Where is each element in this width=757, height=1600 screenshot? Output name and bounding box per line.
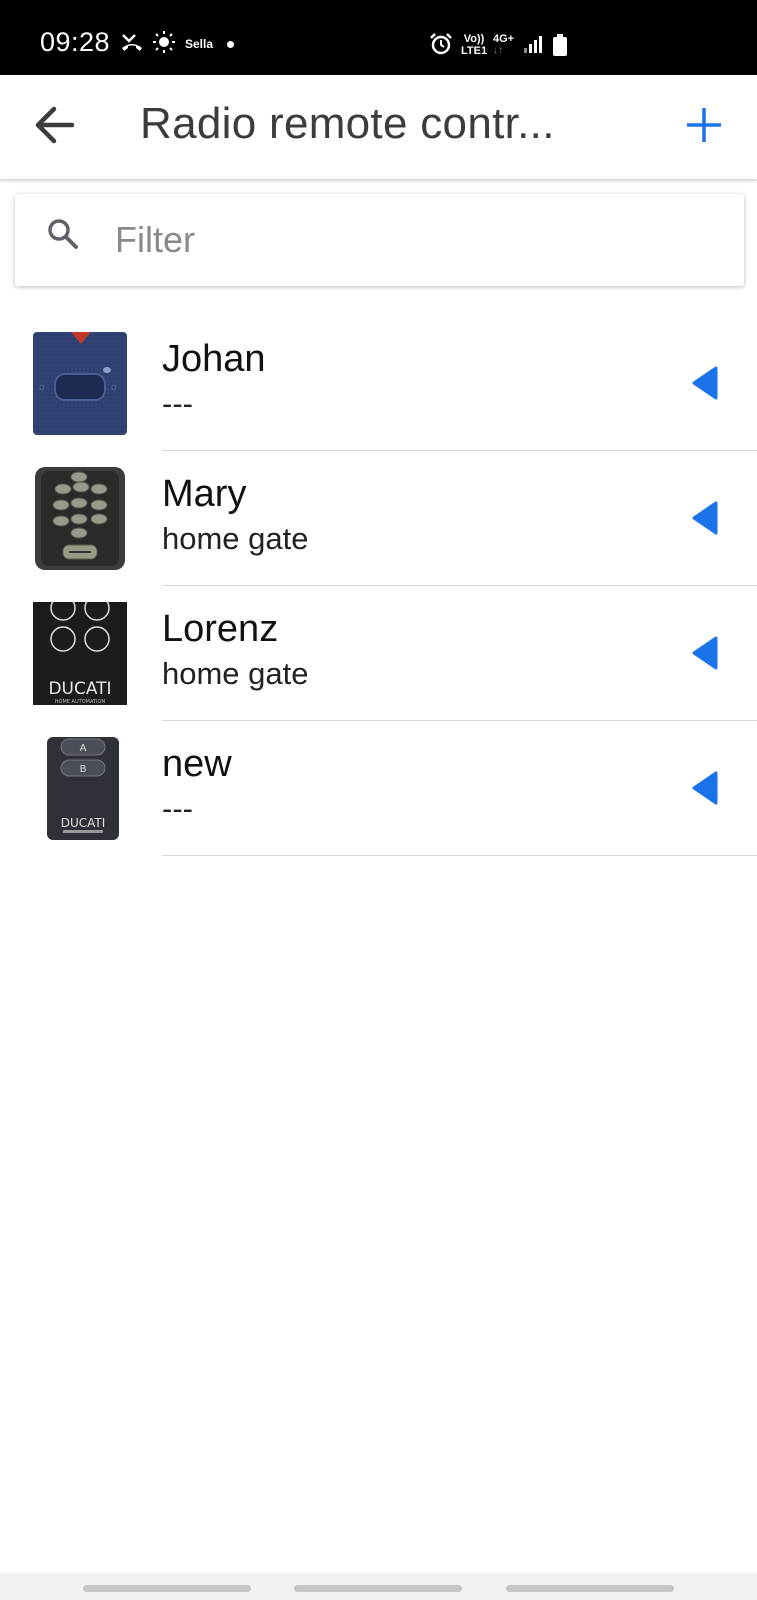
nav-recents-button[interactable] bbox=[83, 1585, 251, 1592]
remote-name: Johan bbox=[162, 338, 266, 380]
remote-list: O O Johan --- Mary home gate DUCATI HOME… bbox=[0, 316, 757, 856]
nav-back-button[interactable] bbox=[506, 1585, 674, 1592]
carrier-label: Sella bbox=[185, 37, 214, 51]
signal-icon bbox=[523, 34, 543, 59]
svg-text:DUCATI: DUCATI bbox=[61, 816, 106, 830]
list-item[interactable]: Mary home gate bbox=[0, 451, 757, 586]
search-icon bbox=[45, 216, 81, 257]
remote-subtitle: --- bbox=[162, 791, 193, 826]
plus-icon bbox=[684, 105, 724, 150]
volte-indicator: Vo)) LTE1 bbox=[461, 33, 488, 57]
remote-thumbnail: A B DUCATI bbox=[31, 737, 129, 840]
svg-text:O: O bbox=[39, 384, 45, 392]
arrow-left-icon bbox=[32, 105, 76, 150]
status-bar: 09:28 Sella Vo)) LTE1 4G+ ↓↑ bbox=[0, 0, 757, 75]
remote-subtitle: home gate bbox=[162, 521, 309, 556]
alarm-icon bbox=[429, 32, 453, 61]
remote-name: new bbox=[162, 743, 232, 785]
remote-thumbnail bbox=[31, 467, 129, 570]
play-icon[interactable] bbox=[690, 636, 720, 670]
svg-text:HOME AUTOMATION: HOME AUTOMATION bbox=[55, 699, 106, 705]
remote-subtitle: home gate bbox=[162, 656, 309, 691]
app-bar: Radio remote contr... bbox=[0, 75, 757, 179]
remote-thumbnail: DUCATI HOME AUTOMATION bbox=[31, 595, 129, 705]
remote-subtitle: --- bbox=[162, 386, 193, 421]
brightness-icon bbox=[152, 30, 176, 59]
list-item[interactable]: O O Johan --- bbox=[0, 316, 757, 451]
notification-dot bbox=[227, 41, 234, 48]
play-icon[interactable] bbox=[690, 501, 720, 535]
remote-thumbnail: O O bbox=[31, 332, 129, 435]
play-icon[interactable] bbox=[690, 366, 720, 400]
svg-text:B: B bbox=[80, 764, 87, 775]
list-item[interactable]: A B DUCATI new --- bbox=[0, 721, 757, 856]
status-time: 09:28 bbox=[40, 27, 111, 57]
navigation-bar bbox=[0, 1573, 757, 1600]
filter-box bbox=[15, 194, 744, 286]
svg-text:O: O bbox=[111, 384, 117, 392]
network-type: 4G+ ↓↑ bbox=[493, 33, 515, 56]
remote-name: Mary bbox=[162, 473, 247, 515]
list-item[interactable]: DUCATI HOME AUTOMATION Lorenz home gate bbox=[0, 586, 757, 721]
back-button[interactable] bbox=[26, 101, 82, 153]
missed-call-icon bbox=[120, 30, 144, 59]
battery-icon bbox=[553, 34, 567, 61]
svg-text:DUCATI: DUCATI bbox=[48, 679, 111, 699]
nav-home-button[interactable] bbox=[294, 1585, 462, 1592]
svg-text:A: A bbox=[80, 743, 87, 754]
play-icon[interactable] bbox=[690, 771, 720, 805]
remote-name: Lorenz bbox=[162, 608, 279, 650]
page-title: Radio remote contr... bbox=[140, 99, 555, 148]
divider bbox=[162, 855, 757, 856]
add-remote-button[interactable] bbox=[676, 101, 732, 153]
filter-input[interactable] bbox=[115, 212, 715, 268]
